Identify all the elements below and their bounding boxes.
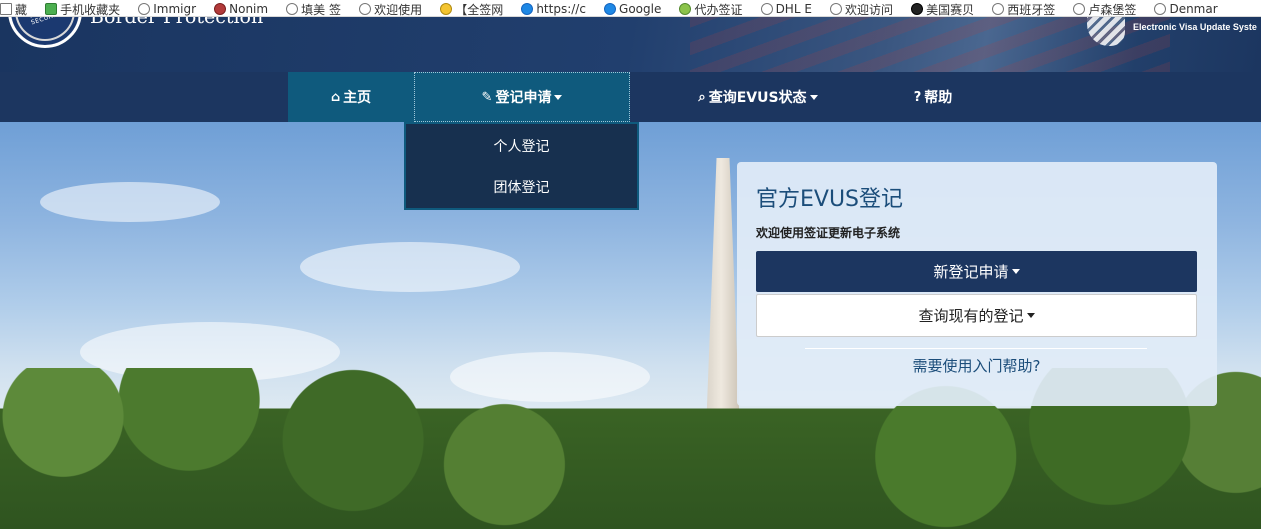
- register-dropdown-menu: 个人登记 团体登记: [404, 122, 639, 210]
- caret-down-icon: [1026, 313, 1035, 318]
- divider: [805, 348, 1147, 349]
- main-nav: ⌂ 主页 ✎ 登记申请 ⌕ 查询EVUS状态 ? 帮助: [0, 72, 1261, 122]
- bookmark-item[interactable]: 美国赛贝: [911, 3, 974, 16]
- bookmark-item[interactable]: 卢森堡签: [1073, 3, 1136, 16]
- question-circle-icon: ?: [913, 89, 922, 105]
- help-link[interactable]: 需要使用入门帮助?: [756, 355, 1197, 376]
- bookmark-item[interactable]: 手机收藏夹: [45, 3, 120, 16]
- globe-icon: [359, 3, 372, 15]
- home-icon: ⌂: [330, 89, 341, 105]
- cloud-icon: [521, 3, 534, 15]
- nav-help-label: 帮助: [924, 90, 953, 106]
- search-icon: ⌕: [698, 89, 706, 105]
- phone-icon: [45, 3, 58, 15]
- bookmark-item[interactable]: 【全签网: [440, 3, 503, 16]
- globe-icon: [1073, 3, 1086, 15]
- globe-icon: [760, 3, 773, 15]
- seal-icon: [214, 3, 227, 15]
- bookmark-item[interactable]: 西班牙签: [992, 3, 1055, 16]
- nav-home[interactable]: ⌂ 主页: [288, 72, 414, 122]
- evus-panel: 官方EVUS登记 欢迎使用签证更新电子系统 新登记申请 查询现有的登记 需要使用…: [737, 162, 1217, 406]
- cloud: [300, 242, 520, 292]
- bookmark-item[interactable]: Immigr: [138, 2, 196, 16]
- bookmark-item[interactable]: 藏: [0, 3, 27, 16]
- nav-register-label: 登记申请: [495, 90, 552, 106]
- query-registration-label: 查询现有的登记: [918, 307, 1024, 325]
- bookmark-item[interactable]: DHL E: [760, 2, 812, 16]
- new-registration-label: 新登记申请: [933, 263, 1009, 281]
- panel-subtitle: 欢迎使用签证更新电子系统: [756, 226, 901, 240]
- caret-down-icon: [1011, 269, 1020, 274]
- badge-icon: [911, 3, 924, 15]
- menu-item-individual[interactable]: 个人登记: [406, 126, 637, 166]
- nav-help[interactable]: ? 帮助: [880, 72, 986, 122]
- bookmark-item[interactable]: 填美 签: [286, 3, 341, 16]
- leaf-icon: [679, 3, 692, 15]
- nav-query-label: 查询EVUS状态: [708, 90, 807, 106]
- globe-icon: [1154, 3, 1167, 15]
- bookmark-item[interactable]: https://c: [521, 2, 586, 16]
- new-registration-button[interactable]: 新登记申请: [756, 251, 1197, 292]
- pencil-icon: ✎: [481, 89, 493, 105]
- globe-icon: [830, 3, 843, 15]
- caret-down-icon: [809, 94, 818, 100]
- nav-register-dropdown[interactable]: ✎ 登记申请: [414, 72, 630, 122]
- nav-home-label: 主页: [343, 90, 372, 106]
- bookmark-item[interactable]: Nonim: [214, 2, 268, 16]
- panel-title: 官方EVUS登记: [756, 187, 904, 212]
- bookmark-item[interactable]: 代办签证: [679, 3, 742, 16]
- bookmark-item[interactable]: 欢迎使用: [359, 3, 422, 16]
- globe-icon: [286, 3, 299, 15]
- folder-icon: [0, 3, 12, 15]
- bookmark-item[interactable]: Denmar: [1154, 2, 1218, 16]
- menu-item-group[interactable]: 团体登记: [406, 167, 637, 207]
- nav-query-dropdown[interactable]: ⌕ 查询EVUS状态: [668, 72, 848, 122]
- cloud: [40, 182, 220, 222]
- globe-icon: [992, 3, 1005, 15]
- q-icon: [440, 3, 453, 15]
- evus-tagline: Electronic Visa Update Syste: [1133, 22, 1257, 32]
- caret-down-icon: [554, 94, 563, 100]
- globe-icon: [138, 3, 151, 15]
- google-icon: [604, 3, 617, 15]
- bookmark-item[interactable]: 欢迎访问: [830, 3, 893, 16]
- query-registration-button[interactable]: 查询现有的登记: [756, 294, 1197, 337]
- bookmarks-bar: 藏 手机收藏夹 Immigr Nonim 填美 签 欢迎使用 【全签网 http…: [0, 0, 1261, 17]
- bookmark-item[interactable]: Google: [604, 2, 661, 16]
